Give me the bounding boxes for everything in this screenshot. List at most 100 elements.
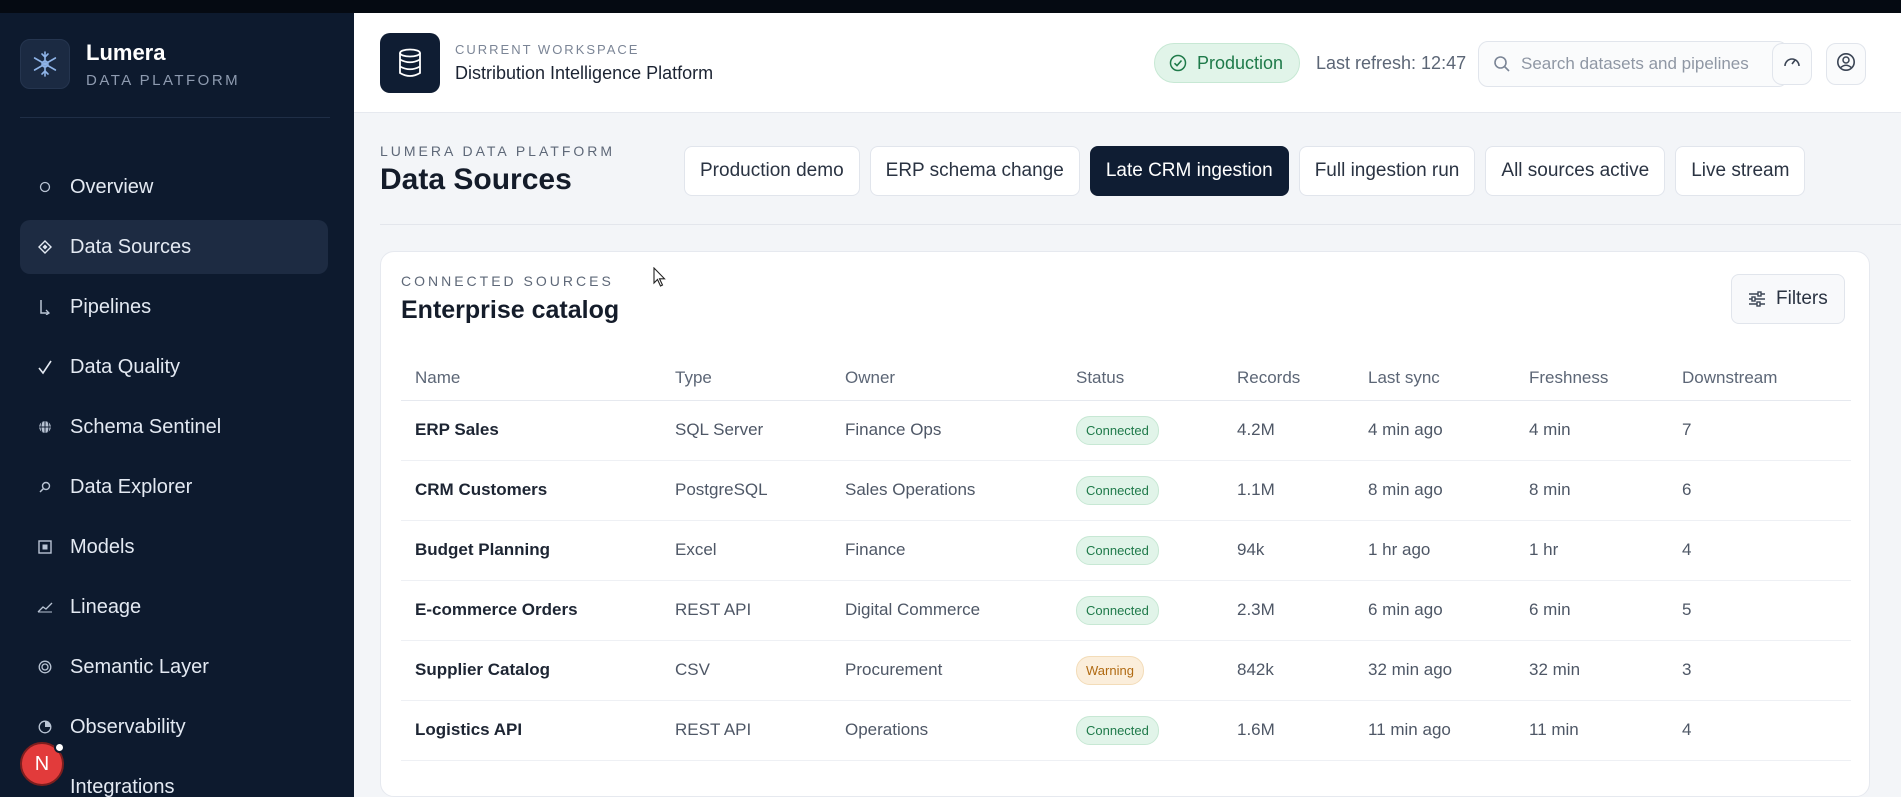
section-label: CONNECTED SOURCES <box>401 273 614 289</box>
column-header-freshness[interactable]: Freshness <box>1515 360 1668 401</box>
cell-downstream: 5 <box>1668 580 1851 641</box>
cell-type: REST API <box>661 700 831 761</box>
cell-name: Budget Planning <box>401 520 661 581</box>
sidebar-item-schema-sentinel[interactable]: Schema Sentinel <box>20 400 328 454</box>
sidebar-item-data-sources[interactable]: Data Sources <box>20 220 328 274</box>
cell-freshness: 4 min <box>1515 400 1668 461</box>
column-header-downstream[interactable]: Downstream <box>1668 360 1851 401</box>
filters-button[interactable]: Filters <box>1731 274 1845 324</box>
cell-status: Connected <box>1062 700 1223 761</box>
table-row[interactable]: ERP Sales SQL Server Finance Ops Connect… <box>401 400 1851 461</box>
snowflake-logo-icon <box>20 39 70 89</box>
table-row[interactable]: Logistics API REST API Operations Connec… <box>401 700 1851 761</box>
table-header-row: Name Type Owner Status Records Last sync… <box>401 360 1851 401</box>
cell-status: Connected <box>1062 520 1223 581</box>
sidebar-item-label: Data Quality <box>70 355 181 378</box>
search-box[interactable] <box>1478 41 1788 87</box>
column-header-last-sync[interactable]: Last sync <box>1354 360 1515 401</box>
cell-freshness: 8 min <box>1515 460 1668 521</box>
column-header-name[interactable]: Name <box>401 360 661 401</box>
cell-last-sync: 8 min ago <box>1354 460 1515 521</box>
cell-freshness: 11 min <box>1515 700 1668 761</box>
column-header-records[interactable]: Records <box>1223 360 1354 401</box>
cell-last-sync: 4 min ago <box>1354 400 1515 461</box>
diamond-icon <box>34 240 56 254</box>
checkmark-icon <box>34 359 56 375</box>
performance-button[interactable] <box>1772 43 1812 85</box>
status-badge: Warning <box>1076 655 1144 685</box>
scenario-live-stream[interactable]: Live stream <box>1675 146 1806 196</box>
workspace-label: CURRENT WORKSPACE <box>455 42 640 57</box>
scenario-late-crm-ingestion[interactable]: Late CRM ingestion <box>1089 146 1289 196</box>
cell-records: 2.3M <box>1223 580 1354 641</box>
catalog-title: Enterprise catalog <box>401 296 620 324</box>
sidebar-item-label: Models <box>70 535 135 558</box>
cell-owner: Finance Ops <box>831 400 1062 461</box>
workspace-name[interactable]: Distribution Intelligence Platform <box>455 63 713 84</box>
cell-freshness: 32 min <box>1515 640 1668 701</box>
sidebar-item-label: Integrations <box>70 775 175 797</box>
sidebar-item-semantic-layer[interactable]: Semantic Layer <box>20 640 328 694</box>
column-header-type[interactable]: Type <box>661 360 831 401</box>
cell-records: 94k <box>1223 520 1354 581</box>
brand-name: Lumera <box>86 39 166 65</box>
sidebar-item-models[interactable]: Models <box>20 520 328 574</box>
search-input[interactable] <box>1521 54 1761 74</box>
window-top-strip <box>0 0 1901 13</box>
sidebar-item-data-quality[interactable]: Data Quality <box>20 340 328 394</box>
sidebar: Lumera DATA PLATFORM Overview Data Sourc… <box>0 13 354 797</box>
environment-label: Production <box>1197 52 1284 73</box>
cell-type: PostgreSQL <box>661 460 831 521</box>
status-badge: Connected <box>1076 475 1159 505</box>
cell-records: 842k <box>1223 640 1354 701</box>
sidebar-divider <box>20 117 330 118</box>
cell-status: Connected <box>1062 400 1223 461</box>
environment-badge[interactable]: Production <box>1154 43 1301 83</box>
cell-owner: Finance <box>831 520 1062 581</box>
table-row[interactable]: Supplier Catalog CSV Procurement Warning… <box>401 640 1851 701</box>
cell-type: REST API <box>661 580 831 641</box>
cell-downstream: 3 <box>1668 640 1851 701</box>
scenario-erp-schema-change[interactable]: ERP schema change <box>869 146 1080 196</box>
cell-last-sync: 32 min ago <box>1354 640 1515 701</box>
cell-type: SQL Server <box>661 400 831 461</box>
cell-owner: Operations <box>831 700 1062 761</box>
table-row[interactable]: Budget Planning Excel Finance Connected … <box>401 520 1851 581</box>
brand-subtitle: DATA PLATFORM <box>86 71 241 89</box>
brand[interactable]: Lumera DATA PLATFORM <box>20 39 240 89</box>
search-icon <box>1493 55 1511 73</box>
catalog-card: CONNECTED SOURCES Enterprise catalog Fil… <box>380 251 1870 797</box>
column-header-owner[interactable]: Owner <box>831 360 1062 401</box>
page-title: Data Sources <box>380 163 572 196</box>
table-row[interactable]: CRM Customers PostgreSQL Sales Operation… <box>401 460 1851 521</box>
pipeline-icon <box>34 299 56 315</box>
sidebar-item-label: Data Explorer <box>70 475 193 498</box>
sidebar-item-overview[interactable]: Overview <box>20 160 328 214</box>
check-circle-icon <box>1169 54 1187 72</box>
cell-records: 1.1M <box>1223 460 1354 521</box>
sidebar-item-observability[interactable]: Observability <box>20 700 328 754</box>
sidebar-item-pipelines[interactable]: Pipelines <box>20 280 328 334</box>
cell-status: Connected <box>1062 460 1223 521</box>
sidebar-item-integrations[interactable]: Integrations <box>20 760 328 797</box>
scenario-production-demo[interactable]: Production demo <box>684 146 860 196</box>
lineage-icon <box>34 601 56 613</box>
magnifier-icon <box>34 481 56 493</box>
notification-dot <box>54 742 65 753</box>
column-header-status[interactable]: Status <box>1062 360 1223 401</box>
cell-type: CSV <box>661 640 831 701</box>
cell-name: Supplier Catalog <box>401 640 661 701</box>
scenario-full-ingestion-run[interactable]: Full ingestion run <box>1298 146 1476 196</box>
sidebar-item-lineage[interactable]: Lineage <box>20 580 328 634</box>
account-button[interactable] <box>1826 43 1866 85</box>
table-row[interactable]: E-commerce Orders REST API Digital Comme… <box>401 580 1851 641</box>
target-icon <box>34 660 56 674</box>
top-header: CURRENT WORKSPACE Distribution Intellige… <box>354 13 1901 113</box>
cell-downstream: 4 <box>1668 520 1851 581</box>
cell-downstream: 4 <box>1668 700 1851 761</box>
cell-downstream: 6 <box>1668 460 1851 521</box>
scenario-all-sources-active[interactable]: All sources active <box>1485 146 1666 196</box>
sidebar-item-data-explorer[interactable]: Data Explorer <box>20 460 328 514</box>
sidebar-item-label: Schema Sentinel <box>70 415 222 438</box>
sidebar-item-label: Observability <box>70 715 186 738</box>
